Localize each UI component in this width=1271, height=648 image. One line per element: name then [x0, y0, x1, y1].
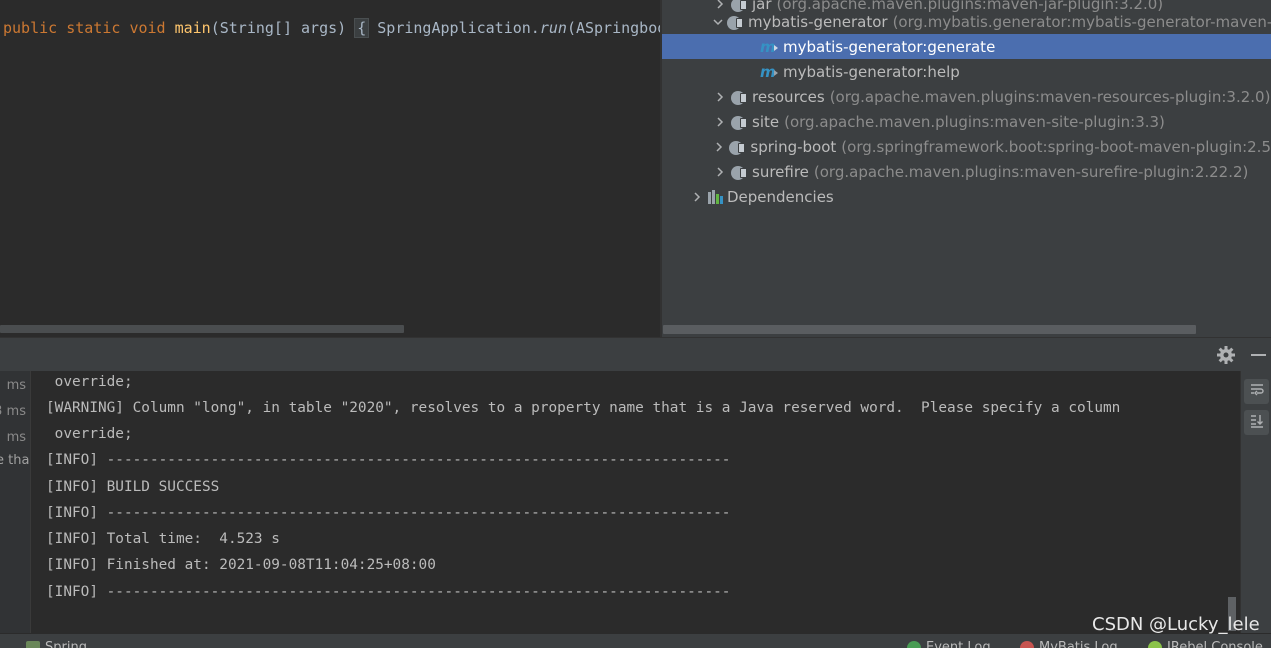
tree-row-detail: (org.springframework.boot:spring-boot-ma…: [841, 137, 1271, 156]
console-line: [INFO] ---------------------------------…: [46, 452, 731, 468]
tree-row-label: site: [752, 112, 780, 131]
maven-horizontal-scrollbar[interactable]: [663, 325, 1196, 334]
console-line: [INFO] ---------------------------------…: [46, 505, 731, 521]
tree-row-surefire[interactable]: surefire (org.apache.maven.plugins:maven…: [662, 159, 1271, 184]
static-method-run: run: [539, 19, 567, 37]
tree-row-goal-help[interactable]: m mybatis-generator:help: [662, 59, 1271, 84]
method-name: main: [174, 19, 211, 37]
method-params: (String[] args): [210, 19, 347, 37]
console-toolbar: [1240, 371, 1271, 633]
editor-horizontal-scrollbar[interactable]: [0, 325, 404, 333]
console-line: [INFO] Finished at: 2021-09-08T11:04:25+…: [46, 557, 436, 573]
maven-plugin-icon: [728, 87, 750, 107]
keyword-static: static: [66, 19, 121, 37]
tree-row-label: surefire: [752, 162, 809, 181]
tree-row-detail: (org.mybatis.generator:mybatis-generator…: [892, 12, 1271, 31]
soft-wrap-button[interactable]: [1244, 379, 1269, 404]
mybatis-log-button[interactable]: MyBatis Log: [1020, 640, 1118, 648]
console-line: [INFO] ---------------------------------…: [46, 584, 731, 600]
tree-row-spring-boot[interactable]: spring-boot (org.springframework.boot:sp…: [662, 134, 1271, 159]
code-line-main[interactable]: public static void main(String[] args) {…: [3, 18, 660, 38]
watermark: CSDN @Lucky_lele: [1092, 614, 1260, 635]
tree-row-label: mybatis-generator:help: [783, 62, 960, 81]
duration-label: ms: [6, 430, 26, 445]
status-label: JRebel Console: [1167, 640, 1263, 648]
truncated-label: e tha: [0, 453, 30, 468]
duration-label: 3 ms: [0, 404, 26, 419]
jrebel-console-button[interactable]: JRebel Console: [1148, 640, 1263, 648]
tree-row-mybatis-generator[interactable]: mybatis-generator (org.mybatis.generator…: [662, 9, 1271, 34]
console-output[interactable]: override; [WARNING] Column "long", in ta…: [31, 371, 1240, 633]
soft-wrap-icon: [1249, 382, 1265, 402]
call-argument: (ASpringboo: [566, 19, 660, 37]
chevron-right-icon[interactable]: [712, 159, 728, 184]
run-results-gutter: ms 3 ms ms e tha: [0, 371, 30, 633]
scroll-to-end-button[interactable]: [1244, 410, 1269, 435]
spring-tool-button[interactable]: Spring: [26, 640, 87, 648]
chevron-down-icon[interactable]: [712, 9, 724, 34]
tree-row-label: resources: [752, 87, 825, 106]
status-label: Spring: [45, 640, 87, 648]
maven-goal-icon: m: [759, 62, 781, 82]
tree-row-label: spring-boot: [750, 137, 837, 156]
svg-text:m: m: [760, 63, 776, 81]
jrebel-icon: [1148, 640, 1162, 648]
status-label: MyBatis Log: [1039, 640, 1118, 648]
maven-plugin-icon: [724, 12, 746, 32]
console-line: [INFO] BUILD SUCCESS: [46, 479, 220, 495]
tree-row-dependencies[interactable]: Dependencies: [662, 184, 1271, 209]
console-line: [WARNING] Column "long", in table "2020"…: [46, 400, 1121, 416]
event-log-icon: [907, 640, 921, 648]
keyword-void: void: [129, 19, 166, 37]
tree-row-goal-generate[interactable]: m mybatis-generator:generate: [662, 34, 1271, 59]
tree-row-detail: (org.apache.maven.plugins:maven-resource…: [829, 87, 1271, 106]
class-call: SpringApplication.: [377, 19, 540, 37]
spring-icon: [26, 640, 40, 648]
tree-row-label: mybatis-generator:generate: [783, 37, 996, 56]
tree-row-detail: (org.apache.maven.plugins:maven-site-plu…: [784, 112, 1165, 131]
svg-text:m: m: [760, 38, 776, 56]
chevron-right-icon[interactable]: [712, 84, 728, 109]
dependencies-icon: [705, 187, 725, 207]
maven-plugin-icon: [726, 137, 748, 157]
tree-row-site[interactable]: site (org.apache.maven.plugins:maven-sit…: [662, 109, 1271, 134]
chevron-right-icon[interactable]: [689, 184, 705, 209]
keyword-public: public: [3, 19, 58, 37]
console-line: [INFO] Total time: 4.523 s: [46, 531, 280, 547]
console-line: override;: [46, 374, 133, 390]
status-label: Event Log: [926, 640, 991, 648]
status-bar: Spring Event Log MyBatis Log JRebel Cons…: [0, 633, 1271, 648]
tree-row-label: mybatis-generator: [748, 12, 888, 31]
mybatis-log-icon: [1020, 640, 1034, 648]
code-editor[interactable]: public static void main(String[] args) {…: [0, 0, 660, 337]
tree-row-label: Dependencies: [727, 187, 834, 206]
duration-label: ms: [6, 378, 26, 393]
minimize-icon[interactable]: [1251, 354, 1266, 356]
scroll-to-end-icon: [1249, 413, 1265, 433]
maven-goal-icon: m: [759, 37, 781, 57]
matched-brace: {: [354, 18, 370, 38]
maven-plugin-icon: [728, 162, 750, 182]
event-log-button[interactable]: Event Log: [907, 640, 991, 648]
tree-row-detail: (org.apache.maven.plugins:maven-surefire…: [813, 162, 1249, 181]
maven-plugin-icon: [728, 112, 750, 132]
chevron-right-icon[interactable]: [712, 109, 728, 134]
gear-icon[interactable]: [1216, 345, 1236, 365]
chevron-right-icon[interactable]: [712, 134, 726, 159]
run-tool-window-header: [0, 337, 1271, 371]
maven-tool-window: jar (org.apache.maven.plugins:maven-jar-…: [662, 0, 1271, 337]
console-line: override;: [46, 426, 133, 442]
tree-row-resources[interactable]: resources (org.apache.maven.plugins:mave…: [662, 84, 1271, 109]
